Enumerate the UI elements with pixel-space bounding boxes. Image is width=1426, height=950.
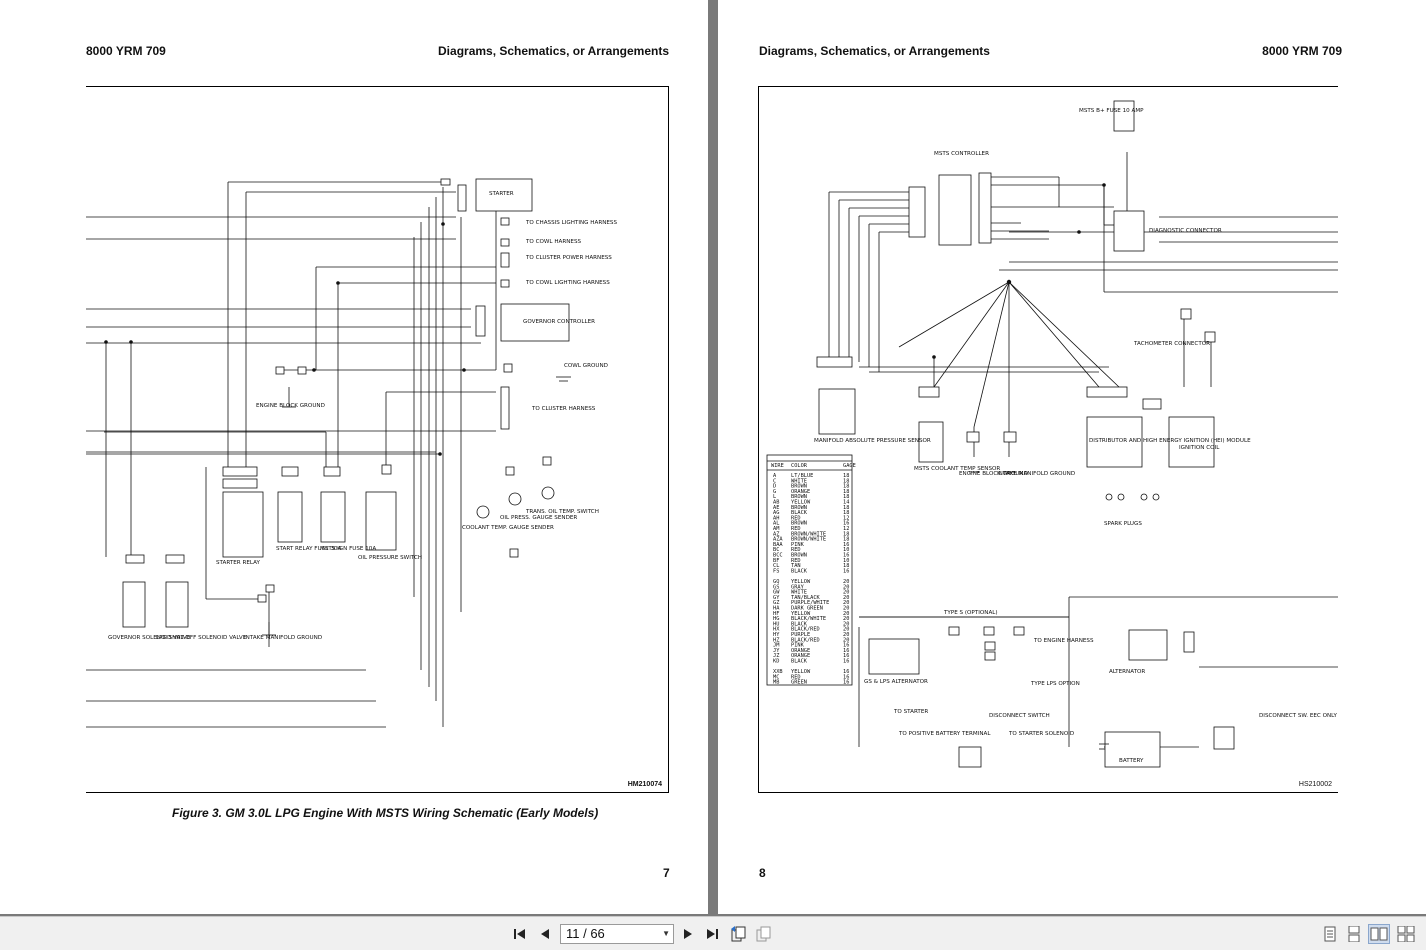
label-msts-ign-fuse: MSTS IGN FUSE 10A bbox=[320, 546, 376, 552]
label-distributor: DISTRIBUTOR AND HIGH ENERGY IGNITION (HE… bbox=[1089, 438, 1251, 444]
label-trans-oil-temp: TRANS. OIL TEMP. SWITCH bbox=[525, 509, 599, 515]
label-msts-fuse: MSTS B+ FUSE 10 AMP bbox=[1079, 108, 1144, 114]
label-ignition-coil: IGNITION COIL bbox=[1179, 445, 1220, 451]
label-disconnect-eec: DISCONNECT SW. EEC ONLY bbox=[1259, 713, 1338, 719]
last-page-button[interactable] bbox=[702, 924, 722, 944]
label-lpg-valve: LPG SHUT-OFF SOLENOID VALVE bbox=[156, 635, 247, 641]
right-figure-id: HS210002 bbox=[1298, 781, 1332, 788]
label-msts-controller: MSTS CONTROLLER bbox=[934, 151, 989, 157]
wire-table-header: GAGE bbox=[843, 463, 856, 469]
left-header-title: Diagrams, Schematics, or Arrangements bbox=[438, 44, 669, 58]
continuous-page-icon bbox=[1348, 926, 1360, 942]
wire-table-cell: GREEN bbox=[791, 680, 807, 686]
back-view-button[interactable] bbox=[729, 924, 749, 944]
wire-table-cell: BLACK bbox=[791, 568, 808, 574]
label-oil-pressure-switch: OIL PRESSURE SWITCH bbox=[358, 555, 422, 561]
right-header-title: Diagrams, Schematics, or Arrangements bbox=[759, 44, 990, 58]
chevron-down-icon: ▼ bbox=[662, 929, 670, 938]
wire-table-cell: 16 bbox=[843, 568, 849, 574]
label-disconnect-switch: DISCONNECT SWITCH bbox=[989, 713, 1050, 719]
continuous-facing-icon bbox=[1397, 926, 1415, 942]
right-schematic-svg: MSTS B+ FUSE 10 AMP MSTS CONTROLLER DIAG… bbox=[766, 100, 1338, 768]
facing-pages-icon bbox=[1370, 927, 1388, 941]
label-starter: STARTER bbox=[489, 191, 514, 197]
next-page-icon bbox=[684, 929, 692, 939]
continuous-facing-view-button[interactable] bbox=[1396, 924, 1416, 944]
label-diagnostic-connector: DIAGNOSTIC CONNECTOR bbox=[1149, 228, 1222, 234]
single-page-icon bbox=[1324, 926, 1336, 942]
wire-table-header: COLOR bbox=[791, 463, 808, 469]
forward-view-button[interactable] bbox=[754, 924, 774, 944]
label-coolant-temp: COOLANT TEMP. GAUGE SENDER bbox=[462, 525, 554, 531]
label-oil-press-sender: OIL PRESS. GAUGE SENDER bbox=[500, 515, 577, 521]
wire-table-cell: 16 bbox=[843, 659, 849, 665]
left-wiring-schematic: STARTER TO CHASSIS LIGHTING HARNESS TO C… bbox=[86, 86, 669, 793]
left-schematic-svg: STARTER TO CHASSIS LIGHTING HARNESS TO C… bbox=[86, 178, 617, 728]
back-view-icon bbox=[731, 926, 746, 942]
document-viewer[interactable]: 8000 YRM 709 Diagrams, Schematics, or Ar… bbox=[0, 0, 1426, 916]
label-governor-controller: GOVERNOR CONTROLLER bbox=[523, 319, 595, 325]
label-gs-lps-alternator: GS & LPS ALTERNATOR bbox=[864, 679, 928, 685]
left-header-doc-id: 8000 YRM 709 bbox=[86, 44, 166, 58]
label-type-lps: TYPE LPS OPTION bbox=[1030, 681, 1080, 687]
left-page: 8000 YRM 709 Diagrams, Schematics, or Ar… bbox=[0, 0, 708, 914]
right-page-number: 8 bbox=[759, 866, 766, 880]
first-page-icon bbox=[514, 929, 525, 939]
page-indicator: 11 / 66 bbox=[566, 926, 605, 941]
right-header-doc-id: 8000 YRM 709 bbox=[1262, 44, 1342, 58]
label-starter-relay: STARTER RELAY bbox=[216, 560, 261, 566]
forward-view-icon bbox=[756, 926, 771, 942]
viewer-toolbar: 11 / 66 ▼ bbox=[0, 916, 1426, 950]
label-alternator: ALTERNATOR bbox=[1109, 669, 1145, 675]
label-tachometer: TACHOMETER CONNECTOR bbox=[1133, 341, 1210, 347]
label-to-starter: TO STARTER bbox=[893, 709, 928, 715]
left-figure-id: HM210074 bbox=[627, 781, 662, 788]
last-page-icon bbox=[707, 929, 718, 939]
label-cowl-ground: COWL GROUND bbox=[564, 363, 608, 369]
label-manifold-sensor: MANIFOLD ABSOLUTE PRESSURE SENSOR bbox=[814, 438, 931, 444]
first-page-button[interactable] bbox=[510, 924, 530, 944]
wire-table-cell: 16 bbox=[843, 680, 849, 686]
label-to-starter-solenoid: TO STARTER SOLENOID bbox=[1008, 731, 1074, 737]
label-to-cluster-power: TO CLUSTER POWER HARNESS bbox=[525, 255, 612, 261]
left-page-number: 7 bbox=[663, 866, 670, 880]
label-spark-plugs: SPARK PLUGS bbox=[1104, 521, 1142, 527]
wire-table-cell: KD bbox=[773, 659, 779, 665]
label-to-cluster-harness: TO CLUSTER HARNESS bbox=[531, 406, 596, 412]
label-to-engine-harness: TO ENGINE HARNESS bbox=[1033, 638, 1094, 644]
label-to-chassis: TO CHASSIS LIGHTING HARNESS bbox=[525, 220, 617, 226]
label-intake-ground-r: INTAKE MANIFOLD GROUND bbox=[997, 471, 1075, 477]
label-to-cowl-lighting: TO COWL LIGHTING HARNESS bbox=[525, 280, 610, 286]
facing-view-button[interactable] bbox=[1368, 924, 1390, 944]
right-wiring-schematic: MSTS B+ FUSE 10 AMP MSTS CONTROLLER DIAG… bbox=[758, 86, 1338, 793]
label-engine-block-ground: ENGINE BLOCK GROUND bbox=[256, 403, 325, 409]
wire-table-cell: BLACK bbox=[791, 659, 808, 665]
wire-table-cell: MB bbox=[773, 680, 779, 686]
label-battery: BATTERY bbox=[1119, 758, 1144, 764]
page-selector[interactable]: 11 / 66 ▼ bbox=[560, 924, 674, 944]
figure-caption: Figure 3. GM 3.0L LPG Engine With MSTS W… bbox=[172, 806, 599, 820]
continuous-view-button[interactable] bbox=[1344, 924, 1364, 944]
right-page: Diagrams, Schematics, or Arrangements 80… bbox=[718, 0, 1426, 914]
wire-table-cell: FS bbox=[773, 568, 779, 574]
previous-page-icon bbox=[541, 929, 549, 939]
label-to-positive: TO POSITIVE BATTERY TERMINAL bbox=[898, 731, 991, 737]
label-type-s: TYPE S (OPTIONAL) bbox=[943, 610, 998, 616]
label-to-cowl: TO COWL HARNESS bbox=[525, 239, 582, 245]
previous-page-button[interactable] bbox=[535, 924, 555, 944]
label-intake-ground: INTAKE MANIFOLD GROUND bbox=[244, 635, 322, 641]
single-page-view-button[interactable] bbox=[1320, 924, 1340, 944]
wire-table-header: WIRE bbox=[771, 463, 784, 469]
next-page-button[interactable] bbox=[678, 924, 698, 944]
